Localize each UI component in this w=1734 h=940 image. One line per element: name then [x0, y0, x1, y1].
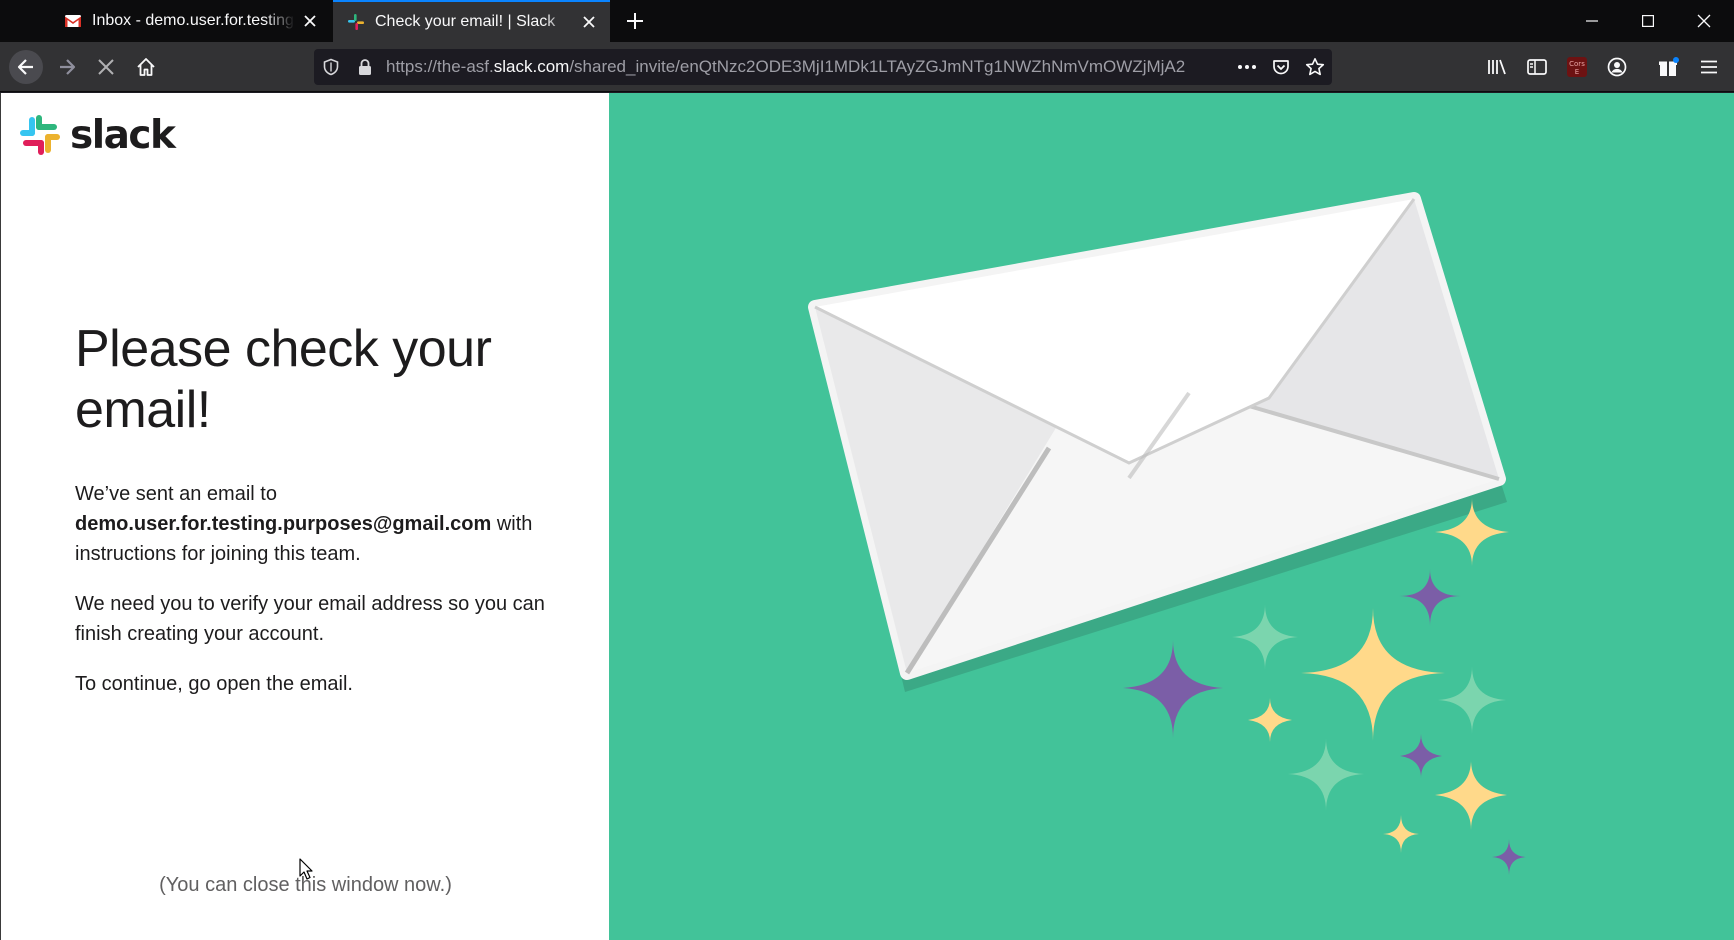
svg-text:Cors: Cors: [1569, 60, 1585, 68]
app-menu-button[interactable]: [1692, 50, 1726, 84]
page-content: slack Please check your email! We’ve sen…: [0, 93, 1734, 940]
maximize-icon: [1642, 15, 1654, 27]
plus-icon: [627, 13, 643, 29]
continue-paragraph: To continue, go open the email.: [75, 673, 353, 695]
gmail-icon: [65, 15, 81, 27]
slack-wordmark: slack: [70, 112, 176, 158]
close-window-button[interactable]: [1676, 0, 1732, 42]
sent-email-intro: We’ve sent an email to: [75, 483, 277, 505]
forward-button[interactable]: [50, 50, 84, 84]
sidebar-button[interactable]: [1520, 50, 1554, 84]
navigation-toolbar: https://the-asf.slack.com/shared_invite/…: [0, 42, 1734, 92]
new-tab-button[interactable]: [620, 6, 650, 36]
hamburger-menu-icon: [1701, 60, 1717, 74]
envelope-illustration: [808, 192, 1526, 875]
back-button[interactable]: [9, 50, 43, 84]
verify-paragraph: We need you to verify your email address…: [75, 593, 545, 645]
minimize-icon: [1586, 20, 1598, 22]
tab-strip: Inbox - demo.user.for.testing.purposes@g…: [0, 0, 1734, 42]
home-icon: [137, 58, 155, 76]
address-bar[interactable]: https://the-asf.slack.com/shared_invite/…: [314, 49, 1332, 85]
message-panel: slack Please check your email! We’ve sen…: [0, 93, 609, 940]
tracking-protection-shield-icon[interactable]: [314, 49, 348, 85]
sent-email-paragraph: We’ve sent an email to demo.user.for.tes…: [75, 479, 565, 569]
url-prefix: https://the-asf.: [386, 57, 494, 76]
url-text[interactable]: https://the-asf.slack.com/shared_invite/…: [382, 57, 1230, 77]
slack-logo[interactable]: slack: [20, 112, 176, 158]
pocket-icon[interactable]: [1264, 49, 1298, 85]
tab-gmail-inbox[interactable]: Inbox - demo.user.for.testing.purposes@g…: [50, 0, 331, 42]
close-tab-icon[interactable]: [295, 6, 325, 36]
mouse-cursor-icon: [299, 858, 313, 880]
envelope-icon: [808, 192, 1507, 692]
whats-new-button[interactable]: [1652, 50, 1686, 84]
illustration-panel: [609, 93, 1734, 940]
page-actions-menu-icon[interactable]: [1230, 49, 1264, 85]
svg-text:E: E: [1575, 68, 1579, 76]
recipient-email: demo.user.for.testing.purposes@gmail.com: [75, 513, 492, 535]
message-body: We’ve sent an email to demo.user.for.tes…: [75, 479, 565, 719]
tab-title: Check your email! | Slack: [375, 13, 556, 30]
slack-icon: [348, 14, 364, 30]
library-button[interactable]: [1480, 50, 1514, 84]
maximize-button[interactable]: [1620, 0, 1676, 42]
slack-logo-mark-icon: [20, 115, 60, 155]
cors-extension-button[interactable]: Cors E: [1560, 50, 1594, 84]
tab-slack-check-email[interactable]: Check your email! | Slack: [333, 0, 610, 42]
library-icon: [1488, 59, 1506, 75]
tab-title: Inbox - demo.user.for.testing.purposes@g…: [92, 12, 295, 29]
arrow-left-icon: [17, 59, 33, 75]
account-icon: [1607, 57, 1627, 77]
page-title: Please check your email!: [75, 320, 492, 439]
url-host: slack.com: [493, 57, 570, 76]
stop-loading-button[interactable]: [89, 50, 123, 84]
account-button[interactable]: [1600, 50, 1634, 84]
cors-extension-icon: CorsE: [1567, 57, 1587, 77]
gift-icon: [1659, 57, 1679, 76]
close-tab-icon[interactable]: [574, 7, 604, 37]
lock-icon[interactable]: [348, 49, 382, 85]
home-button[interactable]: [129, 50, 163, 84]
stop-icon: [98, 59, 114, 75]
sidebar-icon: [1527, 59, 1547, 75]
url-path: /shared_invite/enQtNzc2ODE3MjI1MDk1LTAyZ…: [569, 57, 1186, 76]
arrow-right-icon: [60, 59, 76, 75]
minimize-button[interactable]: [1564, 0, 1620, 42]
close-icon: [1697, 14, 1711, 28]
bookmark-star-icon[interactable]: [1298, 49, 1332, 85]
